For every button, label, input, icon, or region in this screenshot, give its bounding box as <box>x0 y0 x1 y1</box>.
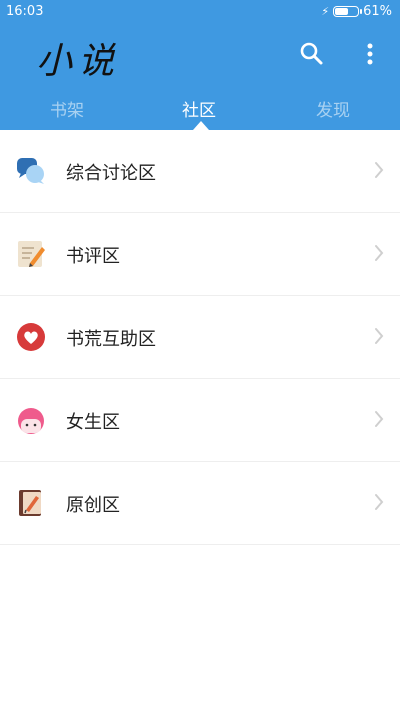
section-book-review[interactable]: 书评区 <box>0 213 400 296</box>
section-female[interactable]: 女生区 <box>0 379 400 462</box>
search-button[interactable] <box>298 40 326 68</box>
battery-tip <box>360 9 363 14</box>
tab-discover[interactable]: 发现 <box>316 96 350 121</box>
status-bar: 16:03 ⚡ 61% <box>0 0 400 24</box>
more-options-button[interactable] <box>356 40 384 68</box>
app-title: 小说 <box>36 41 121 82</box>
section-label: 女生区 <box>66 412 120 433</box>
battery-icon <box>333 6 363 17</box>
active-tab-indicator <box>193 121 209 130</box>
chevron-right-icon <box>375 245 384 261</box>
status-right: ⚡ 61% <box>321 4 392 19</box>
review-pencil-icon <box>18 241 45 267</box>
chevron-right-icon <box>375 411 384 427</box>
chevron-right-icon <box>375 162 384 178</box>
chevron-right-icon <box>375 328 384 344</box>
section-label: 书评区 <box>66 246 120 267</box>
battery-level <box>335 8 349 15</box>
battery-percent: 61% <box>363 4 392 19</box>
tab-community[interactable]: 社区 <box>182 96 216 121</box>
more-vertical-icon <box>367 43 373 65</box>
heart-icon <box>17 323 45 351</box>
status-time: 16:03 <box>6 4 44 19</box>
chat-bubbles-icon <box>17 158 44 184</box>
section-label: 综合讨论区 <box>66 163 156 184</box>
section-label: 原创区 <box>66 495 120 516</box>
girl-face-icon <box>18 408 44 434</box>
original-book-icon <box>19 490 41 516</box>
charging-icon: ⚡ <box>321 5 330 18</box>
section-general-discussion[interactable]: 综合讨论区 <box>0 130 400 213</box>
search-icon <box>300 42 323 65</box>
app-header: 16:03 ⚡ 61% 小说 书架 社区 发现 <box>0 0 400 130</box>
community-section-list: 综合讨论区 书评区 书荒互助区 女生区 原创区 <box>0 130 400 545</box>
section-original[interactable]: 原创区 <box>0 462 400 545</box>
section-label: 书荒互助区 <box>66 329 156 350</box>
tab-bookshelf[interactable]: 书架 <box>50 96 84 121</box>
chevron-right-icon <box>375 494 384 510</box>
section-book-help[interactable]: 书荒互助区 <box>0 296 400 379</box>
